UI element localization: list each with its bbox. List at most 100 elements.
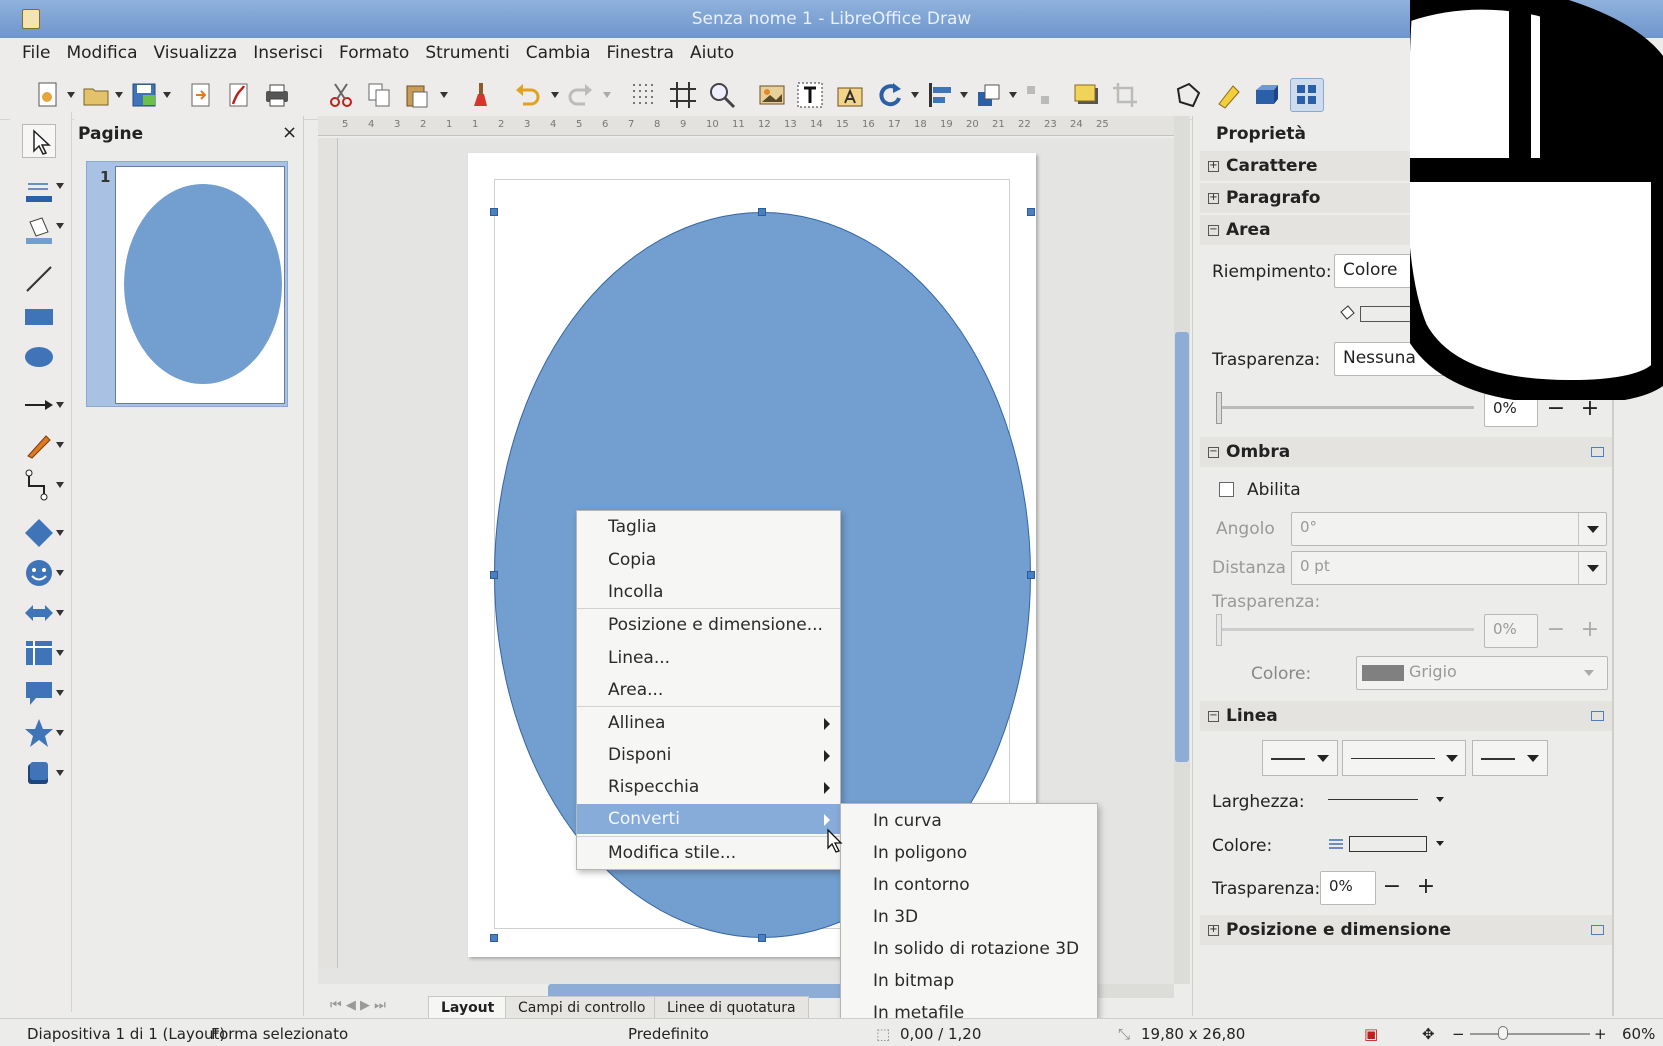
line-color-icon[interactable]: [22, 174, 56, 208]
shadow-transparency-plus-button[interactable]: +: [1574, 614, 1606, 648]
open-folder-icon[interactable]: [81, 80, 111, 110]
stars-icon[interactable]: [22, 716, 56, 750]
crop-icon[interactable]: [1110, 80, 1140, 110]
paste-dropdown-icon[interactable]: [440, 92, 448, 98]
toggle-extrusion-icon[interactable]: [1251, 80, 1281, 110]
arrow-line-icon[interactable]: [22, 388, 56, 422]
horizontal-ruler[interactable]: 5 4 3 2 1 1 2 3 4 5 6 7 8 9 10 11 12 13 14 15 16 17 18 19 20 21 22…: [318, 116, 1174, 136]
insert-image-icon[interactable]: [757, 80, 787, 110]
line-color-swatch[interactable]: [1349, 836, 1427, 852]
shadow-transparency-percent[interactable]: 0%: [1484, 614, 1538, 648]
new-document-icon[interactable]: [33, 80, 63, 110]
redo-dropdown-icon[interactable]: [603, 92, 611, 98]
cut-icon[interactable]: [326, 80, 356, 110]
line-transparency-plus-button[interactable]: +: [1410, 871, 1442, 905]
menu-formato[interactable]: Formato: [331, 43, 417, 63]
glue-points-icon[interactable]: [1213, 80, 1243, 110]
stars-dropdown-icon[interactable]: [56, 730, 64, 736]
collapse-icon[interactable]: −: [1208, 447, 1219, 458]
undo-dropdown-icon[interactable]: [551, 92, 559, 98]
fill-color-dropdown-icon[interactable]: [56, 223, 64, 229]
chevron-down-icon[interactable]: [1578, 552, 1606, 584]
line-arrow-start-select[interactable]: [1262, 740, 1338, 776]
collapse-icon[interactable]: −: [1208, 225, 1219, 236]
menu-item-rispecchia[interactable]: Rispecchia: [577, 772, 840, 802]
zoom-icon[interactable]: [707, 80, 737, 110]
selection-handle-top-right[interactable]: [1027, 208, 1035, 216]
menu-visualizza[interactable]: Visualizza: [146, 43, 246, 63]
block-arrows-dropdown-icon[interactable]: [56, 610, 64, 616]
chevron-down-icon[interactable]: [1436, 841, 1444, 846]
menu-cambia[interactable]: Cambia: [518, 43, 599, 63]
symbol-shapes-icon[interactable]: [22, 556, 56, 590]
shadow-distance-select[interactable]: 0 pt: [1291, 551, 1607, 585]
flowchart-dropdown-icon[interactable]: [56, 650, 64, 656]
tab-linee-di-quotatura[interactable]: Linee di quotatura: [654, 996, 809, 1020]
3d-objects-icon[interactable]: [22, 756, 56, 790]
shadow-transparency-slider-thumb[interactable]: [1216, 614, 1222, 646]
menu-item-linea[interactable]: Linea...: [577, 643, 840, 673]
status-style[interactable]: Predefinito: [628, 1025, 709, 1043]
pages-panel-close-button[interactable]: ×: [282, 122, 297, 143]
flowchart-icon[interactable]: [22, 636, 56, 670]
arrow-dropdown-icon[interactable]: [56, 402, 64, 408]
menu-item-posizione[interactable]: Posizione e dimensione...: [577, 610, 840, 640]
shadow-icon[interactable]: [1072, 80, 1102, 110]
fit-page-icon[interactable]: ✥: [1422, 1025, 1435, 1043]
vertical-scrollbar-thumb[interactable]: [1175, 332, 1189, 762]
submenu-item-in-contorno[interactable]: In contorno: [841, 869, 1097, 901]
line-style-select[interactable]: [1342, 740, 1466, 776]
more-options-icon[interactable]: [1591, 447, 1604, 457]
menu-item-copia[interactable]: Copia: [577, 545, 840, 575]
print-icon[interactable]: [262, 80, 292, 110]
text-box-icon[interactable]: [795, 80, 825, 110]
menu-aiuto[interactable]: Aiuto: [682, 43, 742, 63]
basic-shapes-icon[interactable]: [22, 516, 56, 550]
shadow-transparency-minus-button[interactable]: −: [1540, 614, 1572, 648]
menu-item-taglia[interactable]: Taglia: [577, 512, 840, 542]
menu-item-converti[interactable]: Converti: [577, 804, 840, 834]
zoom-in-button[interactable]: +: [1594, 1025, 1607, 1043]
expand-icon[interactable]: +: [1208, 193, 1219, 204]
selection-handle-bottom[interactable]: [758, 934, 766, 942]
status-zoom[interactable]: 60%: [1622, 1025, 1655, 1043]
zoom-out-button[interactable]: −: [1452, 1025, 1465, 1043]
zoom-slider-thumb[interactable]: [1498, 1026, 1508, 1040]
app-icon[interactable]: [22, 9, 40, 29]
menu-finestra[interactable]: Finestra: [599, 43, 682, 63]
open-dropdown-icon[interactable]: [115, 92, 123, 98]
shadow-angle-select[interactable]: 0°: [1291, 512, 1607, 546]
menu-strumenti[interactable]: Strumenti: [417, 43, 517, 63]
rotate-icon[interactable]: [875, 80, 905, 110]
3d-objects-dropdown-icon[interactable]: [56, 770, 64, 776]
submenu-item-in-curva[interactable]: In curva: [841, 805, 1097, 837]
line-color-dropdown-icon[interactable]: [56, 183, 64, 189]
select-pointer-icon[interactable]: [22, 124, 56, 158]
collapse-icon[interactable]: −: [1208, 711, 1219, 722]
area-transparency-slider-track[interactable]: [1218, 406, 1474, 409]
helplines-icon[interactable]: [668, 80, 698, 110]
selection-handle-right[interactable]: [1027, 571, 1035, 579]
paste-icon[interactable]: [402, 80, 432, 110]
ellipse-tool-icon[interactable]: [22, 340, 56, 374]
points-icon[interactable]: [1173, 80, 1203, 110]
menu-inserisci[interactable]: Inserisci: [245, 43, 331, 63]
section-ombra[interactable]: − Ombra: [1200, 437, 1612, 467]
basic-shapes-dropdown-icon[interactable]: [56, 530, 64, 536]
menu-item-allinea[interactable]: Allinea: [577, 708, 840, 738]
section-linea[interactable]: − Linea: [1200, 701, 1612, 731]
rotate-dropdown-icon[interactable]: [911, 92, 919, 98]
tab-campi-di-controllo[interactable]: Campi di controllo: [505, 996, 659, 1020]
menu-item-area[interactable]: Area...: [577, 675, 840, 705]
symbol-shapes-dropdown-icon[interactable]: [56, 570, 64, 576]
line-arrow-end-select[interactable]: [1472, 740, 1548, 776]
selection-handle-top-left[interactable]: [490, 208, 498, 216]
redo-icon[interactable]: [565, 80, 595, 110]
align-icon[interactable]: [925, 80, 955, 110]
freeform-dropdown-icon[interactable]: [56, 442, 64, 448]
clone-formatting-icon[interactable]: [465, 80, 495, 110]
save-dropdown-icon[interactable]: [163, 92, 171, 98]
sidebar-toggle-icon[interactable]: [1290, 78, 1324, 112]
callouts-dropdown-icon[interactable]: [56, 690, 64, 696]
copy-icon[interactable]: [364, 80, 394, 110]
